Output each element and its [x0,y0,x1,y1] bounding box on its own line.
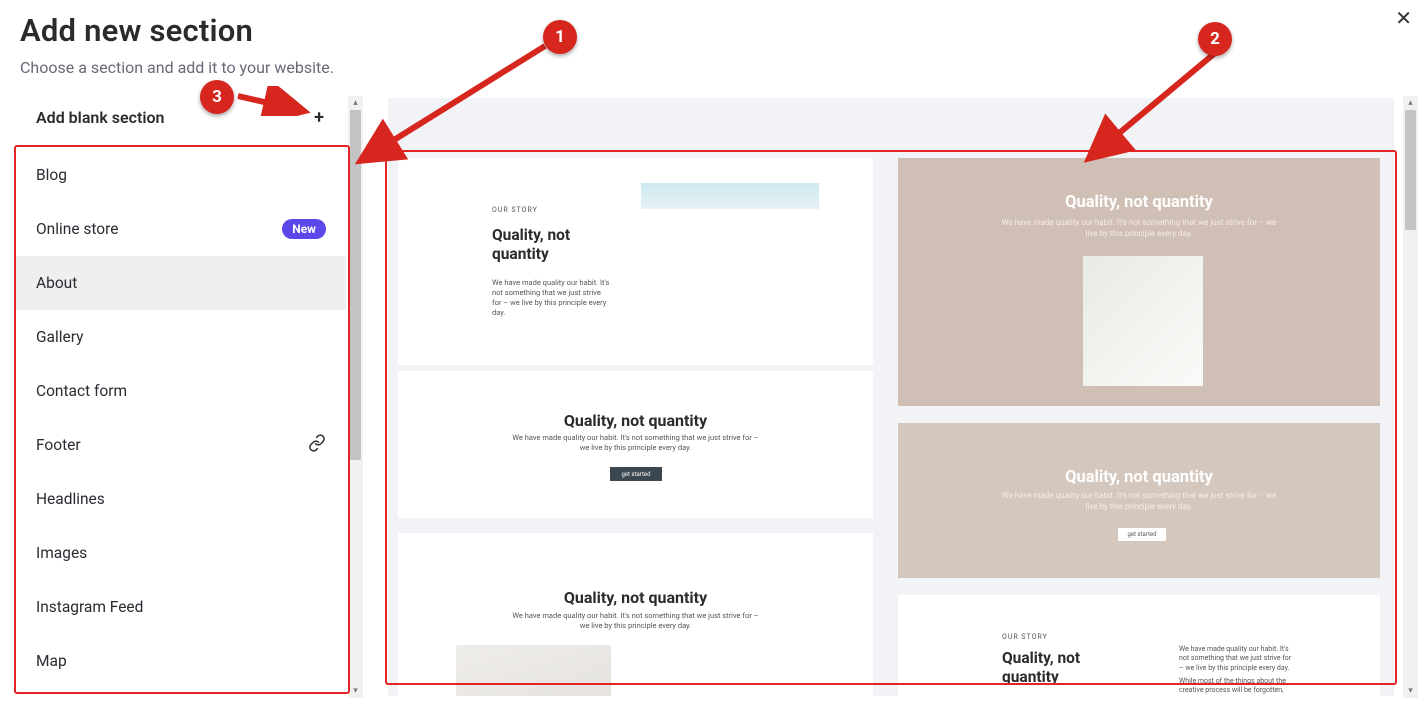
sidebar-item-footer[interactable]: Footer [16,418,346,472]
add-blank-section[interactable]: Add blank section + [20,100,340,134]
sidebar-item-label: Blog [36,166,67,184]
sidebar-item-headlines[interactable]: Headlines [16,472,346,526]
section-template[interactable]: OUR STORY Quality, not quantity We have … [898,595,1380,696]
section-preview-pane: OUR STORY Quality, not quantity We have … [388,98,1394,696]
new-badge: New [282,219,326,239]
sidebar-item-label: Footer [36,436,81,454]
annotation-callout-3: 3 [200,80,234,114]
link-icon [308,434,326,456]
sidebar-item-about[interactable]: About [16,256,346,310]
sidebar-item-label: Images [36,544,87,562]
template-kicker: OUR STORY [1002,633,1048,641]
sidebar-item-label: Headlines [36,490,105,508]
template-heading: Quality, not quantity [898,193,1380,212]
template-heading: Quality, not quantity [398,588,873,607]
template-heading: Quality, not quantity [492,226,612,265]
page-title: Add new section [20,12,253,49]
sidebar-item-label: Map [36,652,67,670]
sidebar-item-map[interactable]: Map [16,634,346,688]
section-template[interactable]: OUR STORY Quality, not quantity We have … [398,158,873,365]
template-image-placeholder [1083,256,1203,386]
plus-icon: + [314,107,324,128]
section-category-list: Blog Online store New About Gallery Cont… [16,148,346,688]
template-cta-button: get started [1118,528,1166,541]
template-heading: Quality, not quantity [1002,649,1122,688]
sidebar-item-label: Online store [36,220,118,238]
sidebar-scrollbar[interactable]: ▴ ▾ [348,96,363,698]
close-icon[interactable]: ✕ [1395,8,1412,28]
annotation-callout-1: 1 [543,20,577,54]
annotation-callout-2: 2 [1198,22,1232,56]
template-body: We have made quality our habit. It's not… [398,611,873,631]
sidebar-item-contact-form[interactable]: Contact form [16,364,346,418]
sidebar-item-images[interactable]: Images [16,526,346,580]
template-body: We have made quality our habit. It's not… [492,278,612,319]
template-body: We have made quality our habit. It's not… [1179,645,1294,673]
template-image-placeholder [641,183,819,209]
section-template[interactable]: Quality, not quantity We have made quali… [898,158,1380,406]
template-body-extra: While most of the things about the creat… [1179,677,1294,696]
sidebar-item-blog[interactable]: Blog [16,148,346,202]
section-template[interactable]: Quality, not quantity We have made quali… [898,423,1380,578]
section-template[interactable]: Quality, not quantity We have made quali… [398,533,873,696]
template-heading: Quality, not quantity [898,468,1380,487]
sidebar-item-label: About [36,274,77,292]
template-heading: Quality, not quantity [398,411,873,430]
sidebar-item-gallery[interactable]: Gallery [16,310,346,364]
sidebar-item-online-store[interactable]: Online store New [16,202,346,256]
template-body: We have made quality our habit. It's not… [898,491,1380,513]
add-blank-section-label: Add blank section [36,108,164,127]
preview-scrollbar[interactable]: ▴ ▾ [1403,96,1418,698]
page-subtitle: Choose a section and add it to your webs… [20,58,334,77]
section-template[interactable]: Quality, not quantity We have made quali… [398,371,873,518]
template-body: We have made quality our habit. It's not… [898,218,1380,240]
template-kicker: OUR STORY [492,206,538,214]
template-cta-button: get started [610,467,662,481]
sidebar-item-instagram-feed[interactable]: Instagram Feed [16,580,346,634]
template-body: We have made quality our habit. It's not… [398,433,873,453]
sidebar-item-label: Gallery [36,328,83,346]
sidebar-item-label: Instagram Feed [36,598,143,616]
template-image-placeholder [456,645,611,696]
sidebar-item-label: Contact form [36,382,127,400]
